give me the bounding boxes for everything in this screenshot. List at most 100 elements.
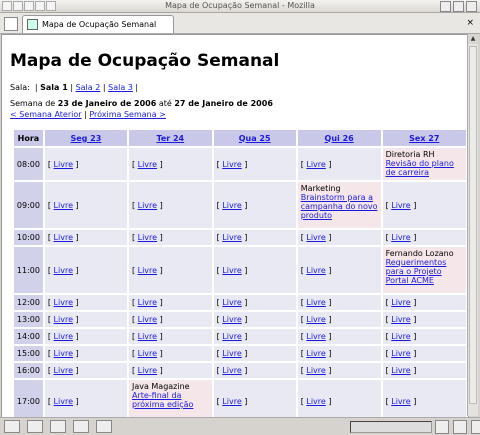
- free-slot-link[interactable]: Livre: [306, 332, 325, 341]
- vertical-scrollbar[interactable]: ▲: [467, 34, 478, 416]
- schedule-row: 14:00[ Livre ][ Livre ][ Livre ][ Livre …: [14, 329, 466, 344]
- free-slot: [ Livre ]: [213, 230, 296, 245]
- status-bar: [0, 417, 480, 435]
- day-link[interactable]: Sex 27: [409, 134, 439, 143]
- free-slot: [ Livre ]: [382, 380, 466, 417]
- free-slot-link[interactable]: Livre: [222, 266, 241, 275]
- close-tab-icon[interactable]: ×: [466, 18, 474, 28]
- scroll-thumb[interactable]: [469, 46, 477, 404]
- free-slot-link[interactable]: Livre: [138, 266, 157, 275]
- new-tab-icon[interactable]: [4, 17, 18, 31]
- free-slot-link[interactable]: Livre: [391, 366, 410, 375]
- free-slot-link[interactable]: Livre: [54, 298, 73, 307]
- free-slot-link[interactable]: Livre: [306, 315, 325, 324]
- free-slot-link[interactable]: Livre: [54, 233, 73, 242]
- day-link[interactable]: Qui 26: [325, 134, 354, 143]
- day-link[interactable]: Ter 24: [156, 134, 184, 143]
- booking-owner: Diretoria RH: [385, 150, 435, 159]
- schedule-row: 13:00[ Livre ][ Livre ][ Livre ][ Livre …: [14, 312, 466, 327]
- free-slot: [ Livre ]: [213, 363, 296, 378]
- free-slot-link[interactable]: Livre: [306, 160, 325, 169]
- free-slot-link[interactable]: Livre: [306, 233, 325, 242]
- free-slot-link[interactable]: Livre: [54, 315, 73, 324]
- free-slot-link[interactable]: Livre: [138, 349, 157, 358]
- schedule-row: 09:00[ Livre ][ Livre ][ Livre ] Marketin…: [14, 182, 466, 228]
- booked-slot: Java Magazine Arte-final da próxima ediçã…: [128, 380, 212, 417]
- booking-topic-link[interactable]: Requerimentos para o Projeto Portal ACME: [386, 258, 465, 285]
- free-slot-link[interactable]: Livre: [138, 233, 157, 242]
- free-slot-link[interactable]: Livre: [222, 298, 241, 307]
- free-slot-link[interactable]: Livre: [391, 397, 410, 406]
- day-link[interactable]: Qua 25: [239, 134, 271, 143]
- free-slot-link[interactable]: Livre: [306, 366, 325, 375]
- sala-2-link[interactable]: Sala 2: [76, 83, 101, 92]
- free-slot-link[interactable]: Livre: [222, 366, 241, 375]
- free-slot-link[interactable]: Livre: [391, 315, 410, 324]
- close-window-icon[interactable]: [466, 1, 477, 12]
- free-slot-link[interactable]: Livre: [54, 201, 73, 210]
- free-slot-link[interactable]: Livre: [391, 201, 410, 210]
- free-slot: [ Livre ]: [44, 148, 127, 180]
- week-mid: até: [158, 99, 172, 108]
- free-slot-link[interactable]: Livre: [138, 201, 157, 210]
- free-slot-link[interactable]: Livre: [54, 366, 73, 375]
- navigator-icon[interactable]: [4, 420, 20, 433]
- free-slot: [ Livre ]: [44, 329, 127, 344]
- popup-icon: [453, 420, 467, 434]
- booking-topic-link[interactable]: Brainstorm para a campanha do novo produ…: [301, 193, 380, 220]
- free-slot: [ Livre ]: [382, 230, 466, 245]
- free-slot-link[interactable]: Livre: [138, 298, 157, 307]
- free-slot-link[interactable]: Livre: [391, 349, 410, 358]
- free-slot-link[interactable]: Livre: [138, 315, 157, 324]
- hora-cell: 08:00: [14, 148, 43, 180]
- sala-3-link[interactable]: Sala 3: [108, 83, 133, 92]
- day-header: Sex 27: [382, 130, 466, 146]
- day-link[interactable]: Seg 23: [70, 134, 101, 143]
- free-slot-link[interactable]: Livre: [391, 332, 410, 341]
- booking-topic-link[interactable]: Arte-final da próxima edição: [132, 391, 211, 409]
- free-slot: [ Livre ]: [382, 312, 466, 327]
- free-slot-link[interactable]: Livre: [138, 366, 157, 375]
- free-slot-link[interactable]: Livre: [54, 266, 73, 275]
- free-slot-link[interactable]: Livre: [138, 332, 157, 341]
- free-slot-link[interactable]: Livre: [222, 201, 241, 210]
- free-slot: [ Livre ]: [297, 312, 381, 327]
- hora-cell: 10:00: [14, 230, 43, 245]
- free-slot-link[interactable]: Livre: [222, 349, 241, 358]
- tab-mapa[interactable]: Mapa de Ocupação Semanal: [22, 15, 174, 33]
- sala-label: Sala:: [10, 83, 30, 92]
- status-right-icons: [435, 420, 480, 434]
- mail-icon[interactable]: [27, 420, 43, 433]
- maximize-icon[interactable]: [453, 1, 464, 12]
- free-slot-link[interactable]: Livre: [222, 397, 241, 406]
- free-slot-link[interactable]: Livre: [391, 298, 410, 307]
- minimize-icon[interactable]: [440, 1, 451, 12]
- status-bar-icons: [4, 420, 112, 433]
- free-slot-link[interactable]: Livre: [306, 298, 325, 307]
- free-slot-link[interactable]: Livre: [222, 315, 241, 324]
- free-slot-link[interactable]: Livre: [222, 233, 241, 242]
- prev-week-link[interactable]: < Semana Aterior: [10, 110, 82, 119]
- security-lock-icon[interactable]: [471, 420, 480, 434]
- free-slot-link[interactable]: Livre: [54, 397, 73, 406]
- composer-icon[interactable]: [50, 420, 66, 433]
- free-slot-link[interactable]: Livre: [54, 160, 73, 169]
- chat-icon[interactable]: [96, 420, 112, 433]
- hora-cell: 15:00: [14, 346, 43, 361]
- free-slot-link[interactable]: Livre: [222, 160, 241, 169]
- free-slot-link[interactable]: Livre: [138, 160, 157, 169]
- free-slot-link[interactable]: Livre: [391, 233, 410, 242]
- scroll-up-icon[interactable]: ▲: [468, 34, 478, 44]
- address-book-icon[interactable]: [73, 420, 89, 433]
- free-slot: [ Livre ]: [297, 380, 381, 417]
- free-slot-link[interactable]: Livre: [306, 349, 325, 358]
- free-slot-link[interactable]: Livre: [54, 332, 73, 341]
- free-slot-link[interactable]: Livre: [306, 266, 325, 275]
- free-slot-link[interactable]: Livre: [306, 397, 325, 406]
- free-slot-link[interactable]: Livre: [222, 332, 241, 341]
- schedule-row: 08:00[ Livre ][ Livre ][ Livre ][ Livre …: [14, 148, 466, 180]
- booking-topic-link[interactable]: Revisão do plano de carreira: [386, 159, 465, 177]
- free-slot: [ Livre ]: [128, 148, 212, 180]
- free-slot-link[interactable]: Livre: [54, 349, 73, 358]
- next-week-link[interactable]: Próxima Semana >: [89, 110, 166, 119]
